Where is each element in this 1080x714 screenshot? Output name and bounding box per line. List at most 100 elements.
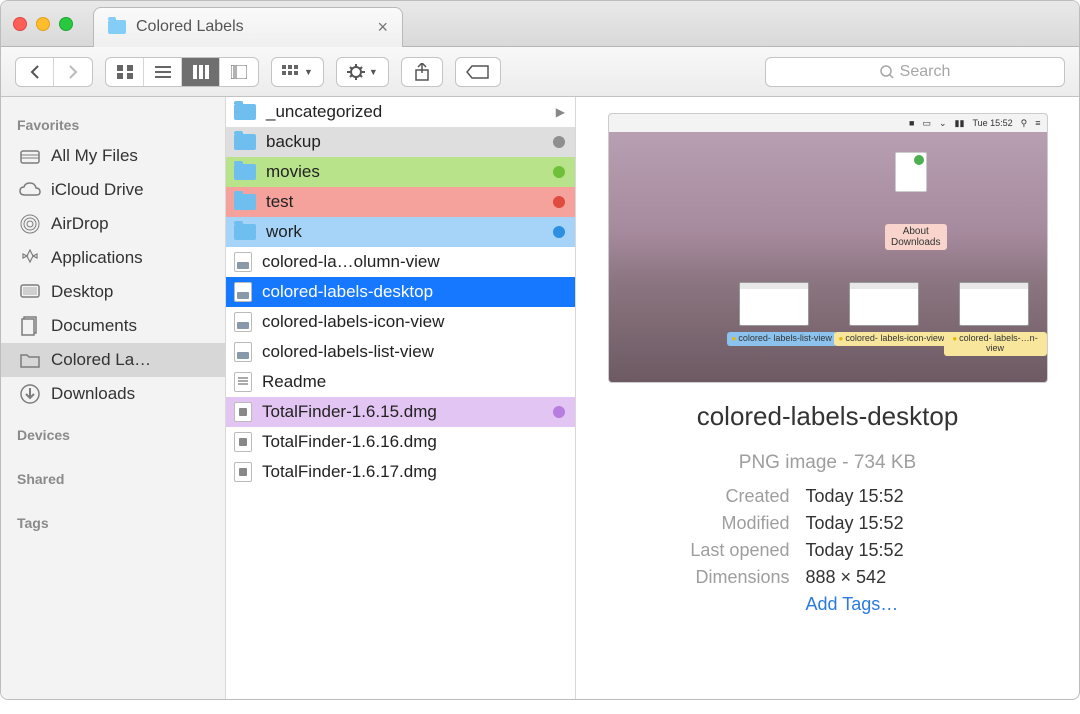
sidebar-item-downloads[interactable]: Downloads bbox=[1, 377, 225, 411]
item-name: work bbox=[266, 222, 302, 242]
sidebar-item-label: Downloads bbox=[51, 384, 135, 404]
meta-value: 888 × 542 bbox=[806, 567, 1026, 588]
item-name: TotalFinder-1.6.15.dmg bbox=[262, 402, 437, 422]
item-name: movies bbox=[266, 162, 320, 182]
sidebar-item-all-my-files[interactable]: All My Files bbox=[1, 139, 225, 173]
item-name: test bbox=[266, 192, 293, 212]
meta-key: Created bbox=[630, 486, 790, 507]
sidebar-item-label: AirDrop bbox=[51, 214, 109, 234]
list-item[interactable]: TotalFinder-1.6.16.dmg bbox=[226, 427, 575, 457]
meta-value: Today 15:52 bbox=[806, 540, 1026, 561]
label-dot-icon bbox=[553, 406, 565, 418]
airdrop-icon bbox=[19, 214, 41, 234]
meta-key: Dimensions bbox=[630, 567, 790, 588]
meta-value: Today 15:52 bbox=[806, 513, 1026, 534]
thumb-file-label: colored- labels-…n-view bbox=[944, 332, 1047, 356]
chevron-down-icon: ▼ bbox=[304, 67, 313, 77]
thumb-file-label: colored- labels-list-view bbox=[727, 332, 837, 346]
forward-button[interactable] bbox=[54, 58, 92, 86]
close-tab-button[interactable]: × bbox=[377, 17, 388, 38]
applications-icon bbox=[19, 248, 41, 268]
view-mode-buttons bbox=[105, 57, 259, 87]
list-item[interactable]: TotalFinder-1.6.17.dmg bbox=[226, 457, 575, 487]
dmg-file-icon bbox=[234, 432, 252, 452]
browser-tab[interactable]: Colored Labels × bbox=[93, 7, 403, 47]
finder-window: Colored Labels × bbox=[0, 0, 1080, 700]
list-item[interactable]: test bbox=[226, 187, 575, 217]
icon-view-button[interactable] bbox=[106, 58, 144, 86]
share-button[interactable] bbox=[401, 57, 443, 87]
main-content: Favorites All My Files iCloud Drive AirD… bbox=[1, 97, 1079, 699]
sidebar-item-applications[interactable]: Applications bbox=[1, 241, 225, 275]
sidebar-item-airdrop[interactable]: AirDrop bbox=[1, 207, 225, 241]
preview-title: colored-labels-desktop bbox=[697, 401, 959, 432]
sidebar-item-desktop[interactable]: Desktop bbox=[1, 275, 225, 309]
list-item[interactable]: movies bbox=[226, 157, 575, 187]
list-item[interactable]: colored-la…olumn-view bbox=[226, 247, 575, 277]
image-file-icon bbox=[234, 252, 252, 272]
arrange-button[interactable]: ▼ bbox=[271, 57, 324, 87]
folder-icon bbox=[234, 134, 256, 150]
list-item[interactable]: Readme bbox=[226, 367, 575, 397]
action-button[interactable]: ▼ bbox=[336, 57, 389, 87]
sidebar-item-label: All My Files bbox=[51, 146, 138, 166]
close-window-button[interactable] bbox=[13, 17, 27, 31]
thumb-file-label: colored- labels-icon-view bbox=[834, 332, 950, 346]
all-files-icon bbox=[19, 146, 41, 166]
sidebar-item-icloud[interactable]: iCloud Drive bbox=[1, 173, 225, 207]
list-item[interactable]: colored-labels-icon-view bbox=[226, 307, 575, 337]
back-button[interactable] bbox=[16, 58, 54, 86]
list-item[interactable]: work bbox=[226, 217, 575, 247]
item-name: colored-la…olumn-view bbox=[262, 252, 440, 272]
image-file-icon bbox=[234, 342, 252, 362]
column-view-button[interactable] bbox=[182, 58, 220, 86]
preview-pane: ■ ▭ ⌄ ▮▮ Tue 15:52 ⚲ ≡ About Downloads c… bbox=[576, 97, 1079, 699]
list-view-button[interactable] bbox=[144, 58, 182, 86]
finder-icon: ■ bbox=[909, 118, 914, 128]
sidebar-item-label: Colored La… bbox=[51, 350, 151, 370]
item-name: _uncategorized bbox=[266, 102, 382, 122]
list-item[interactable]: _uncategorized▶ bbox=[226, 97, 575, 127]
text-file-icon bbox=[234, 372, 252, 392]
sidebar: Favorites All My Files iCloud Drive AirD… bbox=[1, 97, 226, 699]
list-item[interactable]: backup bbox=[226, 127, 575, 157]
minimize-window-button[interactable] bbox=[36, 17, 50, 31]
thumb-desktop: About Downloads colored- labels-list-vie… bbox=[609, 132, 1047, 382]
preview-metadata: CreatedToday 15:52 ModifiedToday 15:52 L… bbox=[630, 486, 1026, 615]
gallery-view-button[interactable] bbox=[220, 58, 258, 86]
thumb-menubar: ■ ▭ ⌄ ▮▮ Tue 15:52 ⚲ ≡ bbox=[609, 114, 1047, 132]
item-name: backup bbox=[266, 132, 321, 152]
image-file-icon bbox=[234, 282, 252, 302]
thumb-window-icon bbox=[739, 282, 809, 326]
item-name: TotalFinder-1.6.16.dmg bbox=[262, 432, 437, 452]
add-tags-button[interactable]: Add Tags… bbox=[806, 594, 1026, 615]
sidebar-section-favorites: Favorites bbox=[1, 111, 225, 139]
item-name: colored-labels-desktop bbox=[262, 282, 433, 302]
meta-value: Today 15:52 bbox=[806, 486, 1026, 507]
search-field[interactable]: Search bbox=[765, 57, 1065, 87]
sidebar-item-documents[interactable]: Documents bbox=[1, 309, 225, 343]
item-name: TotalFinder-1.6.17.dmg bbox=[262, 462, 437, 482]
file-column: _uncategorized▶ backup movies test work … bbox=[226, 97, 576, 699]
documents-icon bbox=[19, 316, 41, 336]
airplay-icon: ▭ bbox=[922, 118, 931, 129]
titlebar: Colored Labels × bbox=[1, 1, 1079, 47]
thumb-badge: About Downloads bbox=[885, 224, 946, 250]
list-item[interactable]: TotalFinder-1.6.15.dmg bbox=[226, 397, 575, 427]
preview-subtitle: PNG image - 734 KB bbox=[739, 452, 916, 474]
sidebar-section-shared: Shared bbox=[1, 465, 225, 493]
folder-icon bbox=[234, 164, 256, 180]
tags-button[interactable] bbox=[455, 57, 501, 87]
thumb-document-icon bbox=[895, 152, 927, 192]
nav-buttons bbox=[15, 57, 93, 87]
list-item[interactable]: colored-labels-list-view bbox=[226, 337, 575, 367]
sidebar-item-colored-labels[interactable]: Colored La… bbox=[1, 343, 225, 377]
label-dot-icon bbox=[553, 196, 565, 208]
zoom-window-button[interactable] bbox=[59, 17, 73, 31]
list-item[interactable]: colored-labels-desktop bbox=[226, 277, 575, 307]
thumb-window-icon bbox=[959, 282, 1029, 326]
tab-title: Colored Labels bbox=[136, 18, 244, 36]
dmg-file-icon bbox=[234, 402, 252, 422]
sidebar-section-devices: Devices bbox=[1, 421, 225, 449]
preview-thumbnail: ■ ▭ ⌄ ▮▮ Tue 15:52 ⚲ ≡ About Downloads c… bbox=[608, 113, 1048, 383]
